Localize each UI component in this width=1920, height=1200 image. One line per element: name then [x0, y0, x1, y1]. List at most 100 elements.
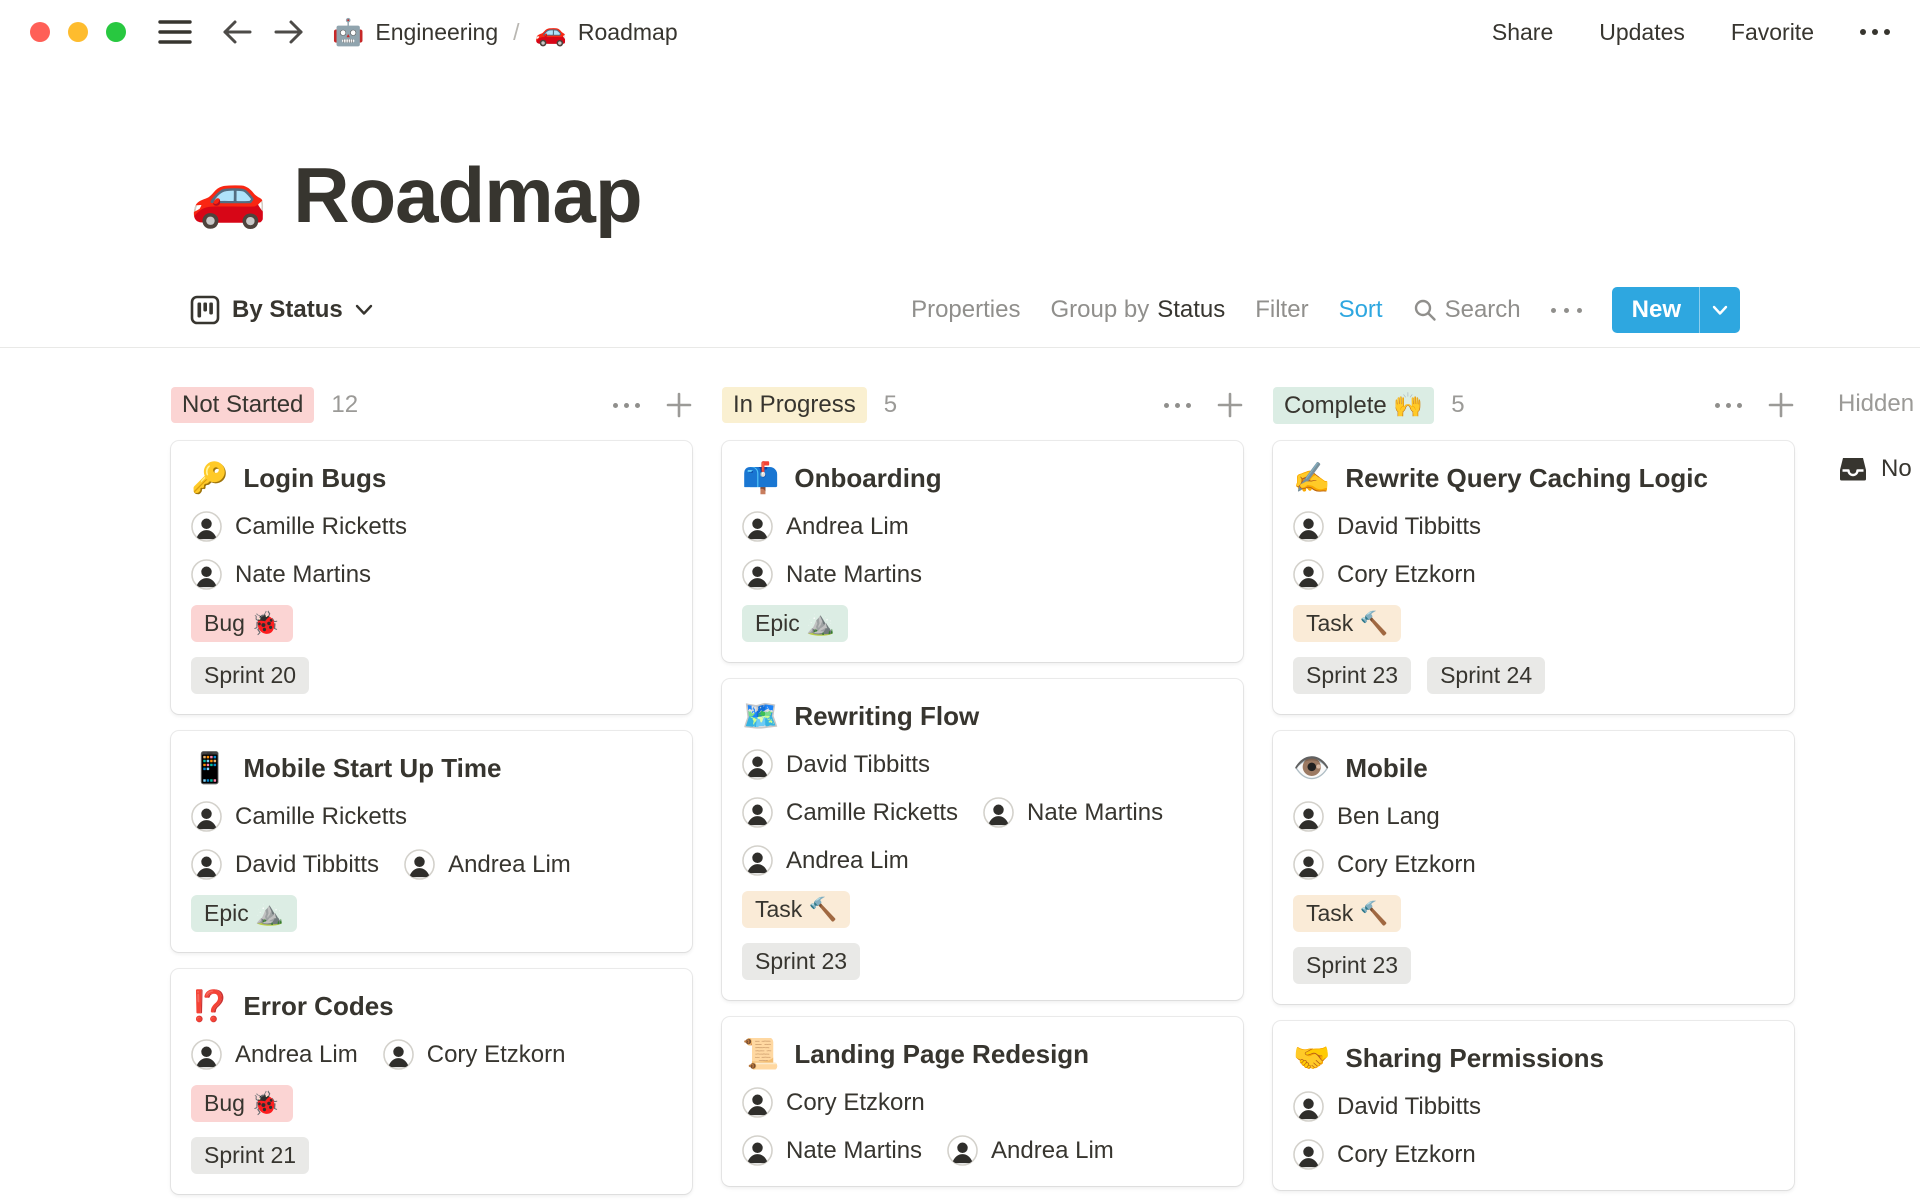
card-tag-row: Bug 🐞 — [191, 1085, 672, 1122]
card-emoji-icon: 📜 — [742, 1037, 780, 1071]
card[interactable]: 📫 Onboarding Andrea Lim Nate Martins Epic ⛰️ — [722, 441, 1243, 662]
inbox-tray-icon — [1840, 458, 1866, 481]
page-header: 🚗 Roadmap — [190, 150, 1920, 241]
minimize-window-button[interactable] — [68, 22, 88, 42]
tag-badge: Task 🔨 — [742, 891, 851, 928]
column-more-icon[interactable] — [613, 402, 640, 408]
card-title: Onboarding — [794, 463, 942, 493]
card-people-row: David Tibbitts — [742, 749, 1223, 780]
card-title-row: 👁️ Mobile — [1293, 753, 1774, 784]
person-chip: Andrea Lim — [404, 849, 571, 880]
card[interactable]: 📱 Mobile Start Up Time Camille Ricketts Dav… — [171, 731, 692, 952]
card-title-row: 📫 Onboarding — [742, 463, 1223, 494]
status-badge[interactable]: Complete 🙌 — [1273, 386, 1435, 424]
page-title-emoji-icon: 🚗 — [190, 160, 268, 230]
card-tag-row: Epic ⛰️ — [191, 895, 672, 932]
properties-button[interactable]: Properties — [911, 296, 1020, 324]
card-title-row: 📱 Mobile Start Up Time — [191, 753, 672, 784]
card-people-row: David Tibbitts Andrea Lim — [191, 849, 672, 880]
person-chip: David Tibbitts — [1293, 1091, 1481, 1122]
column-more-icon[interactable] — [1715, 402, 1742, 408]
card[interactable]: ✍️ Rewrite Query Caching Logic David Tibbi… — [1273, 441, 1794, 714]
avatar — [742, 1135, 773, 1166]
card-tag-row: Epic ⛰️ — [742, 605, 1223, 642]
new-button-chevron-icon[interactable] — [1700, 287, 1740, 333]
avatar — [1293, 849, 1324, 880]
group-by-value: Status — [1157, 296, 1226, 323]
tag-badge: Sprint 21 — [191, 1137, 310, 1174]
card[interactable]: 🤝 Sharing Permissions David Tibbitts Cory E… — [1273, 1021, 1794, 1190]
workspace-emoji-icon: 🤖 — [332, 16, 365, 47]
hidden-columns-label[interactable]: Hidden — [1838, 390, 1920, 418]
person-chip: Cory Etzkorn — [1293, 559, 1476, 590]
search-button[interactable]: Search — [1413, 296, 1521, 324]
card[interactable]: 🗺️ Rewriting Flow David Tibbitts Camille Ri… — [722, 679, 1243, 1000]
person-chip: Camille Ricketts — [191, 801, 407, 832]
person-chip: Camille Ricketts — [742, 797, 958, 828]
avatar — [191, 559, 222, 590]
group-by-prefix: Group by — [1050, 296, 1150, 323]
sidebar-menu-icon[interactable] — [158, 19, 192, 45]
person-name: Nate Martins — [235, 560, 372, 588]
favorite-button[interactable]: Favorite — [1731, 19, 1814, 46]
card-title-row: 🗺️ Rewriting Flow — [742, 701, 1223, 732]
new-button-label[interactable]: New — [1612, 287, 1699, 333]
topbar-actions: Share Updates Favorite — [1492, 19, 1890, 46]
person-chip: Andrea Lim — [742, 845, 909, 876]
column-add-card-icon[interactable] — [1768, 392, 1794, 418]
card-title: Rewriting Flow — [794, 701, 980, 731]
card-people-row: Cory Etzkorn — [742, 1087, 1223, 1118]
sort-button[interactable]: Sort — [1339, 296, 1383, 324]
person-name: Cory Etzkorn — [1337, 1140, 1476, 1168]
card[interactable]: 👁️ Mobile Ben Lang Cory Etzkorn Task 🔨 Sprint… — [1273, 731, 1794, 1004]
more-options-icon[interactable] — [1860, 29, 1890, 35]
tag-badge: Sprint 23 — [1293, 947, 1412, 984]
breadcrumb-item-roadmap[interactable]: Roadmap — [578, 19, 678, 46]
search-label: Search — [1444, 296, 1521, 323]
zoom-window-button[interactable] — [106, 22, 126, 42]
column-header-actions — [1715, 392, 1794, 418]
card-title-row: 📜 Landing Page Redesign — [742, 1039, 1223, 1070]
filter-button[interactable]: Filter — [1255, 296, 1308, 324]
view-switcher[interactable]: By Status — [190, 295, 373, 325]
forward-arrow-icon[interactable] — [274, 19, 304, 45]
view-switcher-label: By Status — [232, 296, 343, 323]
person-name: Camille Ricketts — [235, 802, 408, 830]
card[interactable]: ⁉️ Error Codes Andrea Lim Cory Etzkorn Bug 🐞… — [171, 969, 692, 1194]
window-titlebar: 🤖 Engineering / 🚗 Roadmap Share Updates … — [0, 0, 1920, 64]
card[interactable]: 📜 Landing Page Redesign Cory Etzkorn Nate M… — [722, 1017, 1243, 1186]
avatar — [742, 559, 773, 590]
card-title-row: 🔑 Login Bugs — [191, 463, 672, 494]
new-button[interactable]: New — [1611, 287, 1740, 333]
updates-button[interactable]: Updates — [1599, 19, 1685, 46]
tag-badge: Sprint 20 — [191, 657, 310, 694]
tag-badge: Task 🔨 — [1293, 605, 1402, 642]
share-button[interactable]: Share — [1492, 19, 1553, 46]
close-window-button[interactable] — [30, 22, 50, 42]
card-tag-row: Sprint 23 Sprint 24 — [1293, 657, 1774, 694]
person-chip: Camille Ricketts — [191, 511, 407, 542]
kanban-board: Not Started 12 🔑 Login Bugs Camille Ricketts… — [0, 386, 1920, 1200]
avatar — [382, 1039, 414, 1070]
person-name: Ben Lang — [1337, 802, 1440, 830]
card-title-row: ✍️ Rewrite Query Caching Logic — [1293, 463, 1774, 494]
breadcrumb-item-engineering[interactable]: Engineering — [375, 19, 498, 46]
person-chip: Ben Lang — [1293, 801, 1440, 832]
tag-badge: Sprint 24 — [1427, 657, 1546, 694]
back-arrow-icon[interactable] — [222, 19, 252, 45]
avatar — [742, 749, 773, 780]
status-badge[interactable]: In Progress — [722, 387, 867, 423]
person-chip: Cory Etzkorn — [382, 1039, 565, 1070]
chevron-down-icon — [355, 304, 372, 315]
card[interactable]: 🔑 Login Bugs Camille Ricketts Nate Martins B… — [171, 441, 692, 714]
view-more-options-icon[interactable] — [1550, 307, 1582, 313]
group-by-button[interactable]: Group by Status — [1050, 296, 1225, 324]
column-add-card-icon[interactable] — [1217, 392, 1243, 418]
status-badge[interactable]: Not Started — [171, 387, 315, 423]
column-more-icon[interactable] — [1164, 402, 1191, 408]
avatar — [742, 797, 773, 828]
hidden-group-row[interactable]: No — [1838, 454, 1920, 484]
card-tag-row: Task 🔨 — [1293, 605, 1774, 642]
column-add-card-icon[interactable] — [666, 392, 692, 418]
card-people-row: Andrea Lim — [742, 511, 1223, 542]
